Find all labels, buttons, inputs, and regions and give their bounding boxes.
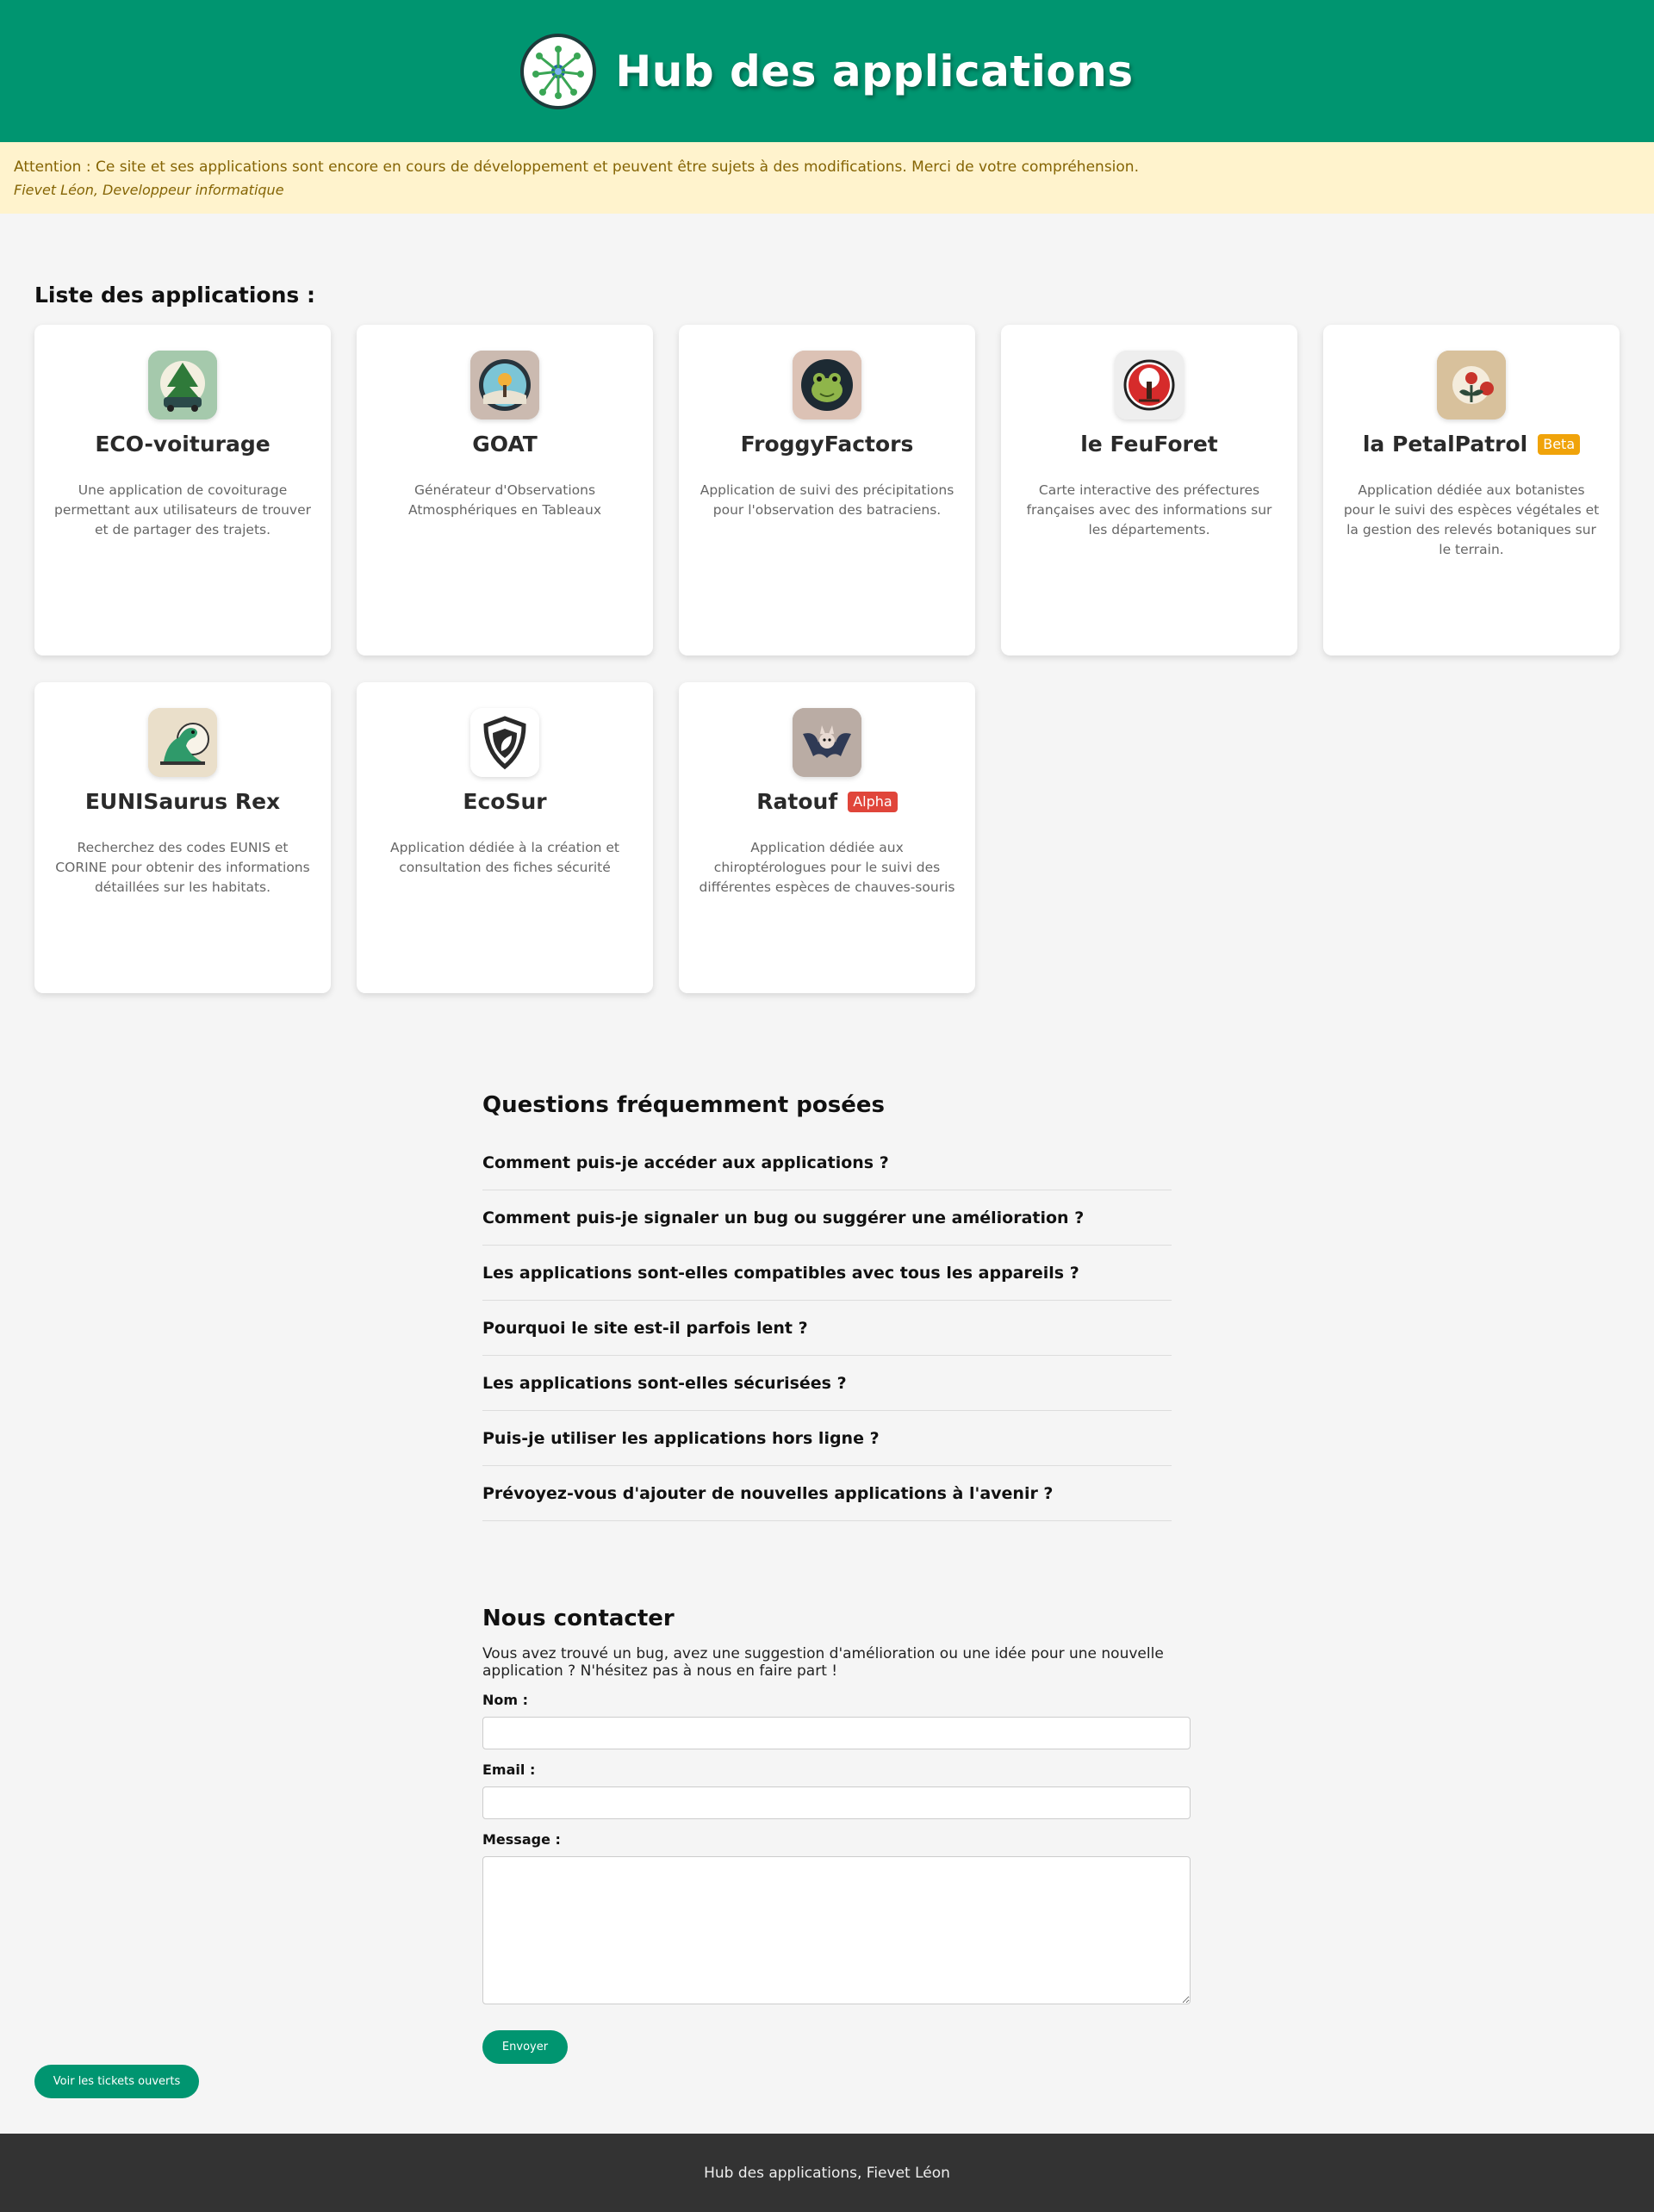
faq-question[interactable]: Prévoyez-vous d'ajouter de nouvelles app… xyxy=(482,1466,1172,1521)
beta-badge: Beta xyxy=(1538,433,1581,455)
faq-question[interactable]: Les applications sont-elles compatibles … xyxy=(482,1246,1172,1301)
app-card-eunisaurus-rex[interactable]: EUNISaurus Rex Recherchez des codes EUNI… xyxy=(34,682,331,993)
app-card-goat[interactable]: GOAT Générateur d'Observations Atmosphér… xyxy=(357,325,653,656)
name-field[interactable] xyxy=(482,1717,1191,1749)
submit-button[interactable]: Envoyer xyxy=(482,2030,568,2064)
faq-section: Questions fréquemment posées Comment pui… xyxy=(482,1092,1172,1521)
app-name: EUNISaurus Rex xyxy=(84,789,281,814)
app-name: EcoSur xyxy=(463,789,547,814)
faq-title: Questions fréquemment posées xyxy=(482,1092,885,1118)
app-card-le-feuforet[interactable]: le FeuForet Carte interactive des préfec… xyxy=(1001,325,1297,656)
frog-icon xyxy=(793,351,861,419)
email-label: Email : xyxy=(482,1762,536,1778)
app-description: Application de suivi des précipitations … xyxy=(700,482,954,518)
faq-question[interactable]: Pourquoi le site est-il parfois lent ? xyxy=(482,1301,1172,1356)
apps-section-title: Liste des applications : xyxy=(34,283,315,308)
app-description: Carte interactive des préfectures frança… xyxy=(1026,482,1272,537)
app-name: Ratouf xyxy=(756,789,838,814)
contact-title: Nous contacter xyxy=(482,1606,675,1631)
shield-leaf-icon xyxy=(470,708,539,777)
faq-question[interactable]: Comment puis-je accéder aux applications… xyxy=(482,1135,1172,1190)
tree-car-icon xyxy=(148,351,217,419)
app-card-ecosur[interactable]: EcoSur Application dédiée à la création … xyxy=(357,682,653,993)
notice-message: Attention : Ce site et ses applications … xyxy=(14,158,1139,176)
app-name: le FeuForet xyxy=(1080,432,1218,457)
app-card-froggyfactors[interactable]: FroggyFactors Application de suivi des p… xyxy=(679,325,975,656)
app-description: Application dédiée aux botanistes pour l… xyxy=(1343,482,1600,557)
app-card-eco-voiturage[interactable]: ECO-voiturage Une application de covoitu… xyxy=(34,325,331,656)
flower-icon xyxy=(1437,351,1506,419)
contact-intro: Vous avez trouvé un bug, avez une sugges… xyxy=(482,1645,1164,1680)
app-description: Générateur d'Observations Atmosphériques… xyxy=(407,482,601,518)
network-tree-icon xyxy=(520,33,597,109)
app-name: GOAT xyxy=(472,432,538,457)
contact-section: Nous contacter Vous avez trouvé un bug, … xyxy=(482,1606,1191,2008)
message-label: Message : xyxy=(482,1831,561,1848)
notice-signature: Fievet Léon, Developpeur informatique xyxy=(14,182,284,198)
development-notice: Attention : Ce site et ses applications … xyxy=(0,142,1654,214)
app-description: Recherchez des codes EUNIS et CORINE pou… xyxy=(55,840,310,895)
footer-text: Hub des applications, Fievet Léon xyxy=(704,2164,950,2182)
open-tickets-button[interactable]: Voir les tickets ouverts xyxy=(34,2065,199,2098)
weather-landscape-icon xyxy=(470,351,539,419)
app-name: ECO-voiturage xyxy=(95,432,270,457)
app-description: Une application de covoiturage permettan… xyxy=(53,482,312,537)
faq-question[interactable]: Les applications sont-elles sécurisées ? xyxy=(482,1356,1172,1411)
faq-question[interactable]: Comment puis-je signaler un bug ou suggé… xyxy=(482,1190,1172,1246)
site-footer: Hub des applications, Fievet Léon xyxy=(0,2134,1654,2212)
site-header: Hub des applications xyxy=(0,0,1654,142)
email-field[interactable] xyxy=(482,1786,1191,1819)
app-name: FroggyFactors xyxy=(740,432,914,457)
app-description: Application dédiée aux chiroptérologues … xyxy=(699,840,955,895)
bat-icon xyxy=(793,708,861,777)
dinosaur-icon xyxy=(148,708,217,777)
message-field[interactable] xyxy=(482,1856,1191,2004)
faq-question[interactable]: Puis-je utiliser les applications hors l… xyxy=(482,1411,1172,1466)
name-label: Nom : xyxy=(482,1692,529,1708)
page-title: Hub des applications xyxy=(615,46,1134,96)
alpha-badge: Alpha xyxy=(848,791,898,812)
red-tree-icon xyxy=(1115,351,1184,419)
app-description: Application dédiée à la création et cons… xyxy=(389,840,620,875)
app-card-ratouf[interactable]: Ratouf Alpha Application dédiée aux chir… xyxy=(679,682,975,993)
app-name: la PetalPatrol xyxy=(1362,432,1528,457)
app-card-la-petalpatrol[interactable]: la PetalPatrol Beta Application dédiée a… xyxy=(1323,325,1620,656)
